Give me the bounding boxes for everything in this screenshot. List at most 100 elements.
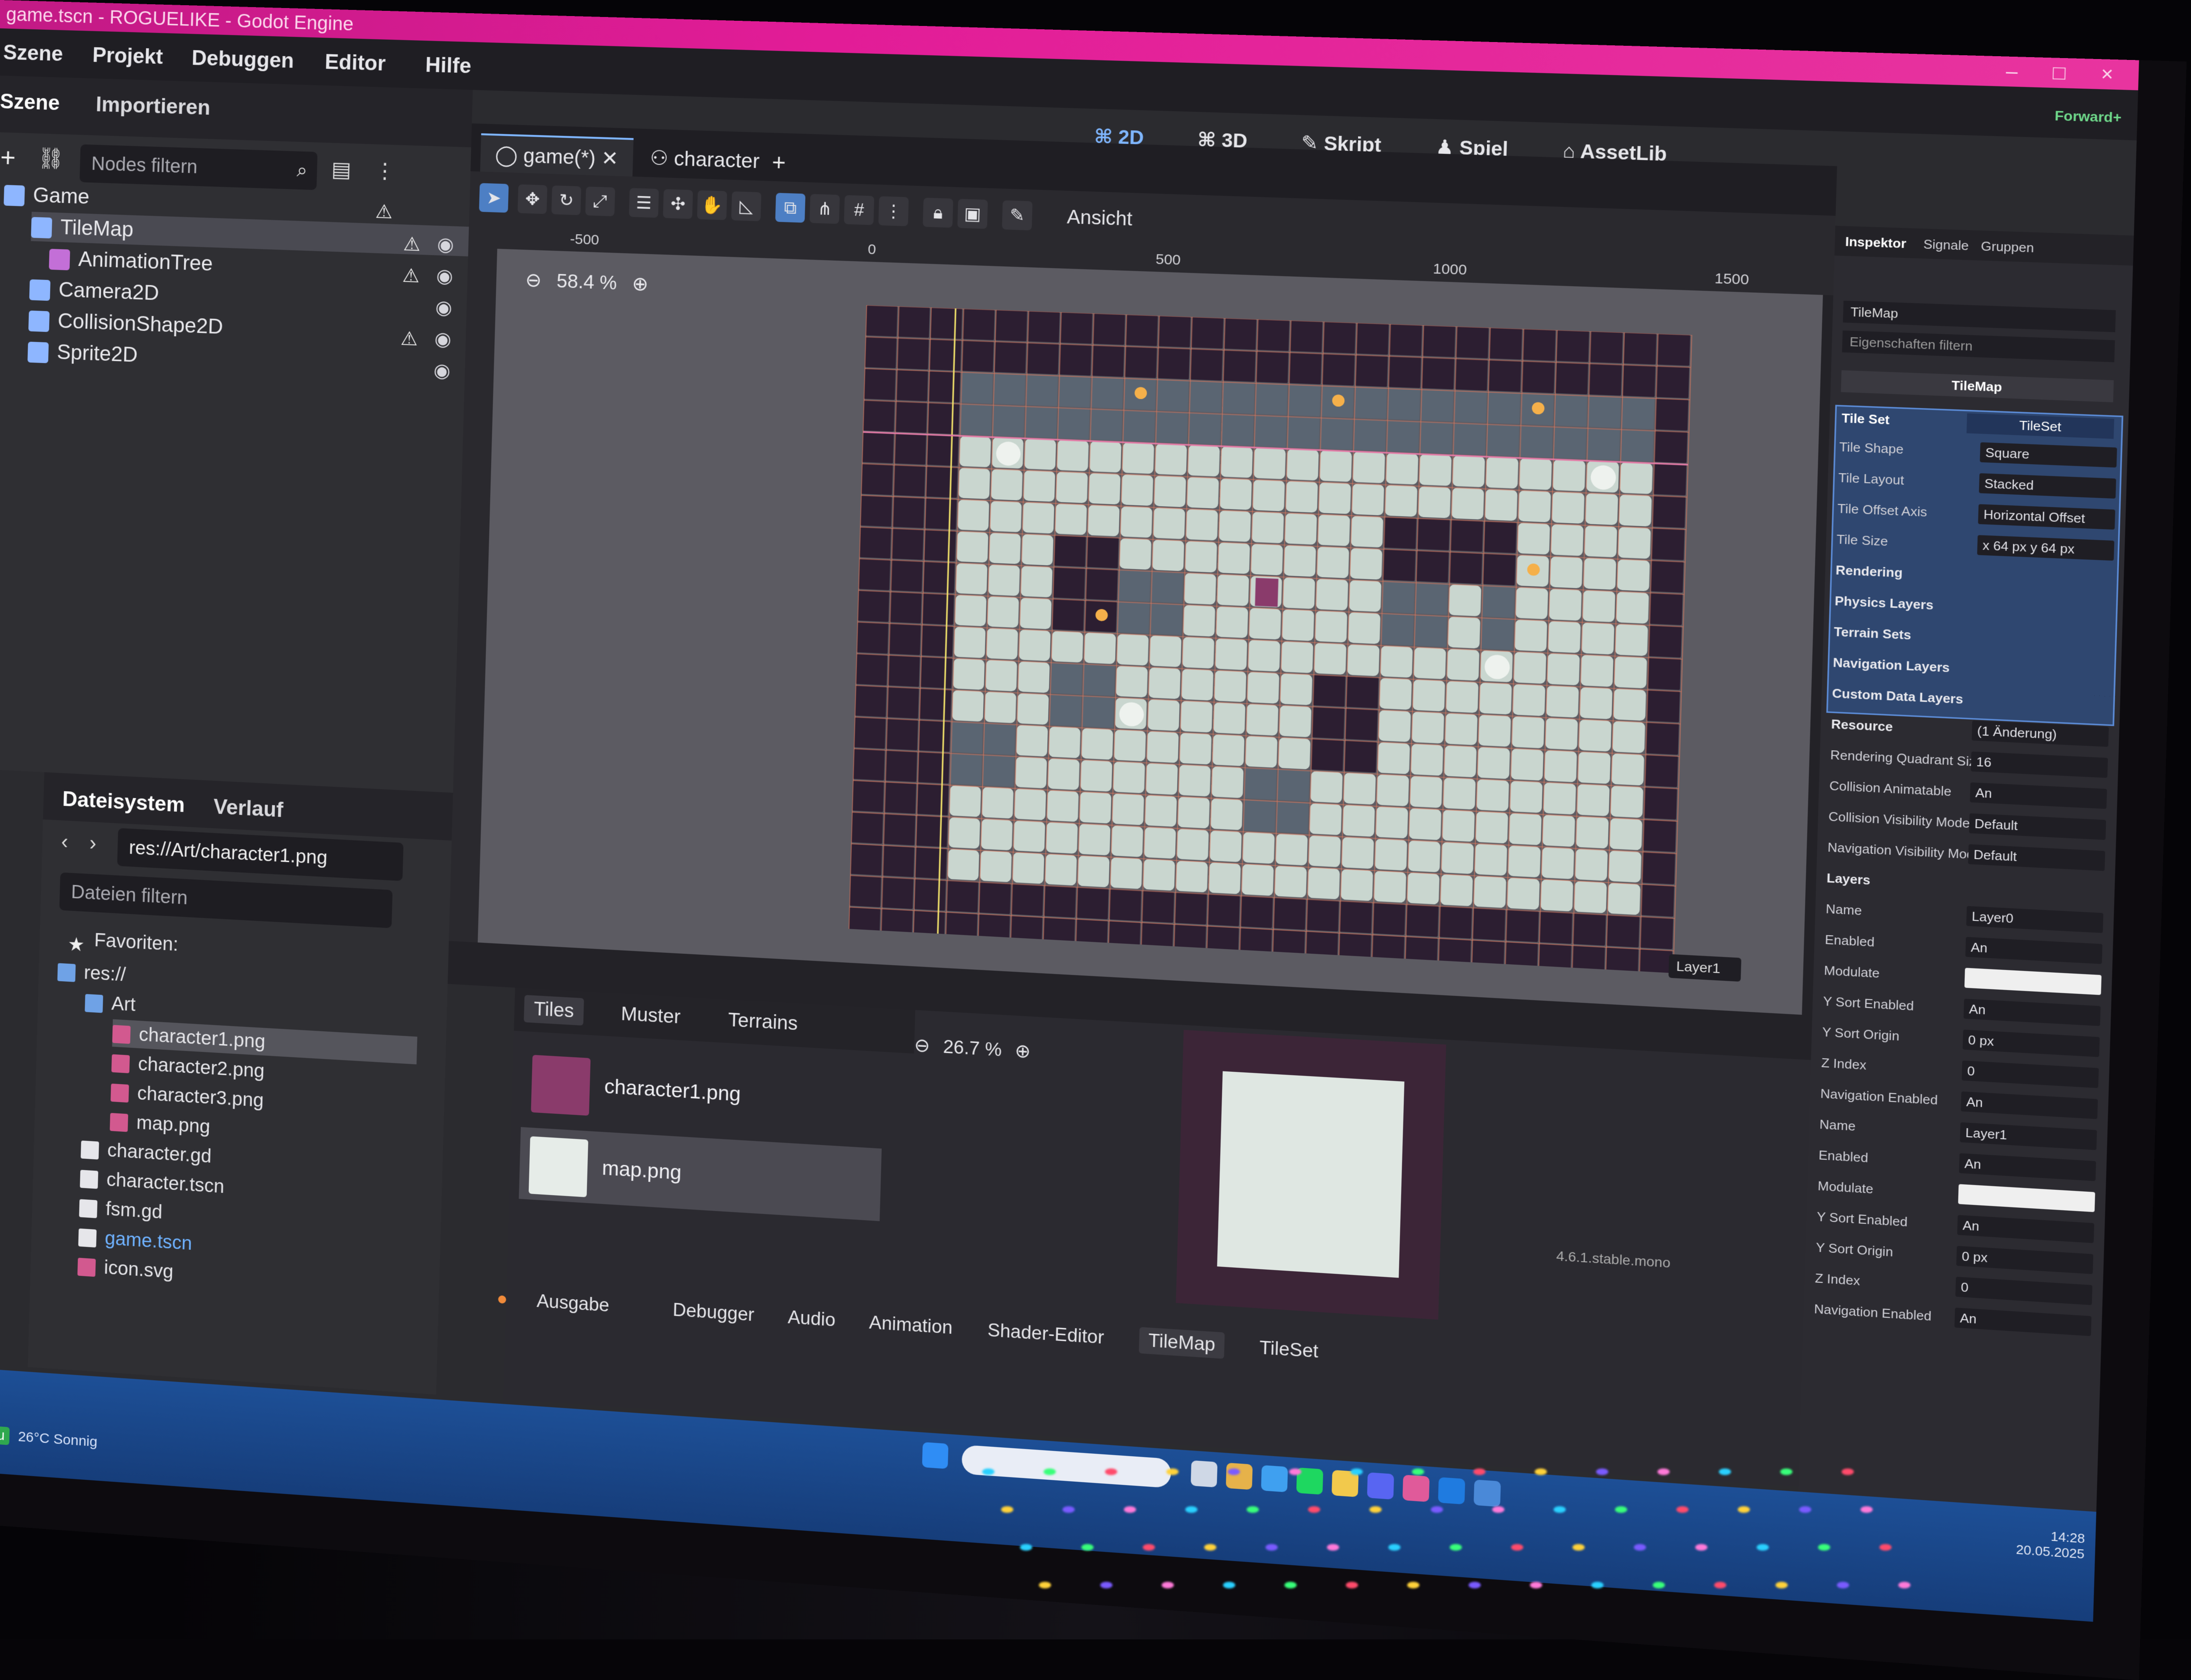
- add-tab-icon[interactable]: +: [772, 149, 786, 176]
- zoom-out-icon[interactable]: ⊖: [914, 1035, 931, 1056]
- warning-icon[interactable]: ⚠: [402, 261, 420, 291]
- list-select-icon[interactable]: ☰: [628, 188, 659, 218]
- select-tool-icon[interactable]: ➤: [479, 183, 509, 213]
- script-icon[interactable]: ▤: [331, 157, 352, 182]
- pivot-tool-icon[interactable]: ✣: [662, 189, 693, 219]
- zoom-in-icon[interactable]: ⊕: [632, 273, 649, 295]
- view-menu[interactable]: Ansicht: [1067, 206, 1133, 230]
- forward-icon[interactable]: ›: [89, 832, 97, 856]
- tab-import[interactable]: Importieren: [95, 93, 211, 120]
- tab-history[interactable]: Verlauf: [213, 795, 283, 823]
- path-field[interactable]: res://Art/character1.png: [117, 828, 404, 881]
- tab-terrains[interactable]: Terrains: [728, 1009, 798, 1035]
- lock-icon[interactable]: 🔒︎: [923, 197, 953, 228]
- property-value[interactable]: Square: [1979, 442, 2117, 468]
- tab-patterns[interactable]: Muster: [620, 1003, 680, 1028]
- tab-groups[interactable]: Gruppen: [1981, 238, 2034, 256]
- tab-audio[interactable]: Audio: [788, 1307, 836, 1331]
- tab-filesystem[interactable]: Dateisystem: [62, 787, 185, 817]
- link-icon[interactable]: ⛓: [37, 146, 64, 171]
- warning-icon[interactable]: ⚠: [375, 197, 393, 227]
- group-icon[interactable]: ▣: [957, 199, 988, 229]
- menu-scene[interactable]: Szene: [3, 41, 63, 66]
- tab-character-scene[interactable]: ⚇ character: [635, 138, 775, 181]
- bone-icon[interactable]: ✎: [1002, 200, 1033, 230]
- visibility-icon[interactable]: ◉: [435, 293, 452, 323]
- renderer-select[interactable]: Forward+: [2055, 108, 2122, 126]
- warning-icon[interactable]: ⚠: [403, 229, 421, 260]
- scale-tool-icon[interactable]: ⤢: [585, 187, 615, 217]
- visibility-icon[interactable]: ◉: [436, 261, 453, 291]
- tile-source-map[interactable]: map.png: [518, 1127, 882, 1222]
- tab-inspector[interactable]: Inspektor: [1845, 234, 1906, 252]
- property-value[interactable]: An: [1961, 1091, 2098, 1120]
- property-value[interactable]: Layer1: [1960, 1122, 2097, 1150]
- inspector-object-select[interactable]: TileMap: [1843, 300, 2116, 332]
- property-value[interactable]: An: [1970, 782, 2107, 809]
- tile-atlas[interactable]: [1176, 1030, 1446, 1320]
- menu-dots-icon[interactable]: ⋮: [374, 159, 396, 184]
- property-value[interactable]: (1 Änderung): [1971, 720, 2109, 747]
- property-value[interactable]: 0: [1955, 1276, 2093, 1306]
- property-value[interactable]: Horizontal Offset: [1978, 504, 2115, 530]
- inspector-property[interactable]: Collision Visibility Mode Default: [1828, 805, 2106, 842]
- atlas-zoom-level[interactable]: 26.7 %: [943, 1037, 1002, 1061]
- more-options-icon[interactable]: ⋮: [878, 196, 909, 227]
- property-value[interactable]: [1964, 967, 2102, 995]
- tab-tilemap[interactable]: TileMap: [1138, 1327, 1225, 1359]
- favorites-header[interactable]: ★ Favoriten:: [68, 925, 178, 959]
- zoom-level[interactable]: 58.4 %: [556, 271, 617, 294]
- tileset-resource-button[interactable]: TileSet: [1966, 413, 2115, 439]
- ruler-tool-icon[interactable]: ◺: [731, 191, 762, 221]
- grid-snap-icon[interactable]: #: [844, 195, 875, 225]
- property-value[interactable]: Default: [1969, 813, 2106, 840]
- inspector-property[interactable]: Rendering Quadrant Size 16: [1830, 743, 2108, 780]
- window-controls[interactable]: – □ ×: [2005, 57, 2128, 90]
- property-value[interactable]: An: [1957, 1215, 2095, 1243]
- move-tool-icon[interactable]: ✥: [518, 184, 548, 214]
- inspector-property[interactable]: Navigation Visibility Mode Default: [1827, 835, 2106, 873]
- menu-help[interactable]: Hilfe: [425, 53, 471, 78]
- tab-signals[interactable]: Signale: [1923, 237, 1969, 254]
- property-value[interactable]: 0 px: [1956, 1246, 2094, 1274]
- property-value[interactable]: x 64 px y 64 px: [1977, 535, 2115, 561]
- warning-icon[interactable]: ⚠: [400, 324, 418, 354]
- zoom-out-icon[interactable]: ⊖: [525, 270, 542, 291]
- tab-scene[interactable]: Szene: [0, 90, 60, 115]
- visibility-icon[interactable]: ◉: [434, 324, 452, 354]
- add-node-icon[interactable]: +: [0, 142, 16, 173]
- property-value[interactable]: Stacked: [1979, 473, 2116, 499]
- back-icon[interactable]: ‹: [61, 830, 68, 854]
- visibility-icon[interactable]: ◉: [433, 356, 451, 386]
- snap-icon[interactable]: ⋔: [809, 194, 840, 224]
- property-value[interactable]: An: [1959, 1153, 2096, 1181]
- property-value[interactable]: Layer0: [1966, 906, 2104, 933]
- property-filter-input[interactable]: Eigenschaften filtern: [1842, 330, 2115, 363]
- weather-widget[interactable]: Neu 26°C Sonnig: [0, 1425, 98, 1451]
- property-value[interactable]: An: [1965, 937, 2103, 964]
- property-value[interactable]: [1958, 1184, 2096, 1213]
- tab-tiles[interactable]: Tiles: [524, 995, 584, 1026]
- system-tray[interactable]: 14:28 20.05.2025: [2016, 1527, 2085, 1562]
- zoom-in-icon[interactable]: ⊕: [1015, 1041, 1031, 1062]
- layer-select[interactable]: Layer1: [1668, 954, 1741, 982]
- tab-tileset[interactable]: TileSet: [1259, 1338, 1319, 1362]
- 2d-viewport[interactable]: ⊖ 58.4 % ⊕ Layer1: [477, 248, 1823, 1015]
- rotate-tool-icon[interactable]: ↻: [551, 185, 581, 215]
- close-icon[interactable]: ✕: [601, 147, 619, 170]
- smart-snap-icon[interactable]: ⧉: [775, 193, 806, 223]
- property-value[interactable]: An: [1963, 999, 2101, 1027]
- property-value[interactable]: 0: [1962, 1060, 2099, 1088]
- visibility-icon[interactable]: ◉: [437, 229, 454, 260]
- property-value[interactable]: Default: [1968, 844, 2106, 871]
- property-value[interactable]: 16: [1970, 751, 2108, 778]
- pan-tool-icon[interactable]: ✋: [697, 190, 727, 221]
- tab-game-scene[interactable]: ◯ game(*) ✕: [480, 133, 634, 177]
- inspector-section[interactable]: Layers: [1826, 866, 2105, 904]
- file-filter-input[interactable]: Dateien filtern: [59, 872, 393, 928]
- property-value[interactable]: 0 px: [1962, 1029, 2100, 1057]
- menu-project[interactable]: Projekt: [92, 43, 163, 69]
- menu-debug[interactable]: Debuggen: [191, 46, 294, 73]
- tile-source-character1[interactable]: character1.png: [521, 1046, 884, 1139]
- property-value[interactable]: An: [1954, 1307, 2092, 1336]
